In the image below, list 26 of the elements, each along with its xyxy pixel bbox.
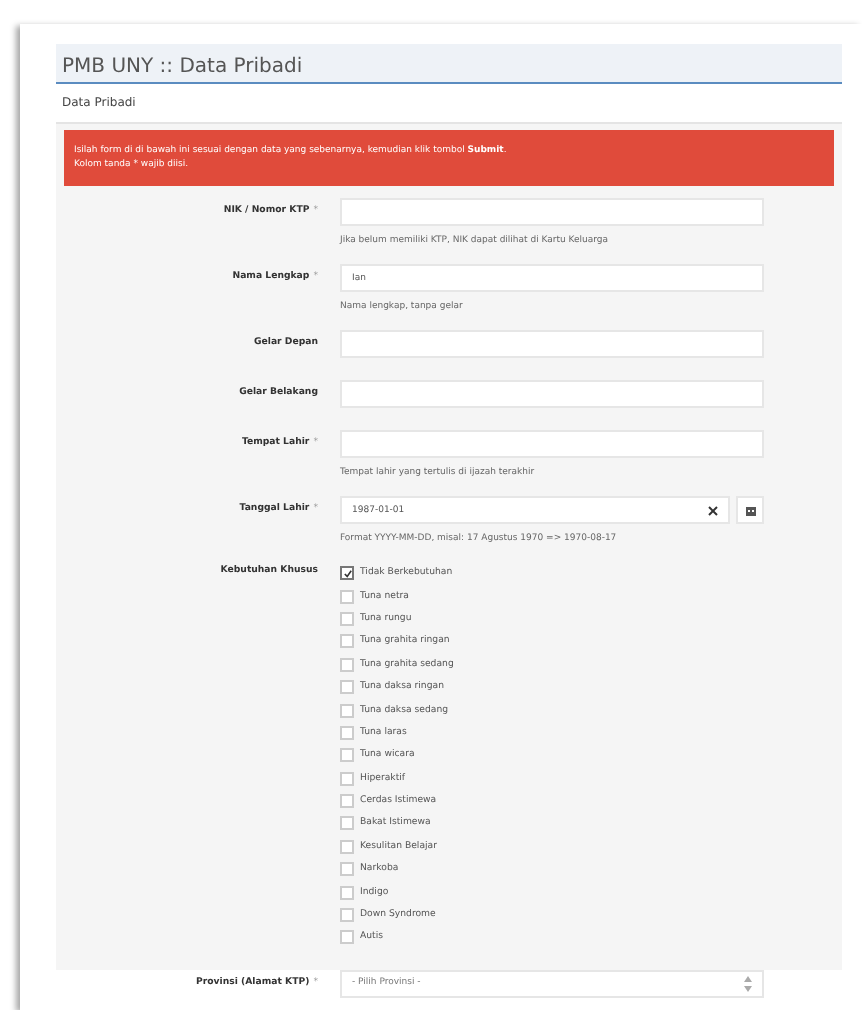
text-field[interactable] (340, 380, 764, 408)
checkbox[interactable] (340, 725, 354, 740)
page-title: PMB UNY :: Data Pribadi (62, 58, 303, 78)
checkbox[interactable] (340, 589, 354, 604)
checkbox[interactable] (340, 930, 354, 945)
calendar-button[interactable] (736, 496, 764, 524)
text-field[interactable] (340, 330, 764, 358)
checkbox[interactable] (340, 634, 354, 649)
checkbox[interactable] (340, 611, 354, 626)
checkbox[interactable] (340, 680, 354, 695)
clear-icon[interactable] (708, 505, 718, 515)
checkbox[interactable] (340, 839, 354, 854)
text-field[interactable] (340, 430, 764, 458)
checkbox[interactable] (340, 566, 354, 581)
checkbox[interactable] (340, 816, 354, 831)
checkbox[interactable] (340, 908, 354, 923)
calendar-icon (745, 505, 755, 515)
checkbox[interactable] (340, 657, 354, 672)
checkbox[interactable] (340, 771, 354, 786)
checkbox[interactable] (340, 794, 354, 809)
checkbox[interactable] (340, 703, 354, 718)
checkbox[interactable] (340, 748, 354, 763)
text-field[interactable] (340, 198, 764, 226)
checkbox[interactable] (340, 862, 354, 877)
scroll-arrows-icon (744, 973, 752, 994)
checkbox[interactable] (340, 885, 354, 900)
